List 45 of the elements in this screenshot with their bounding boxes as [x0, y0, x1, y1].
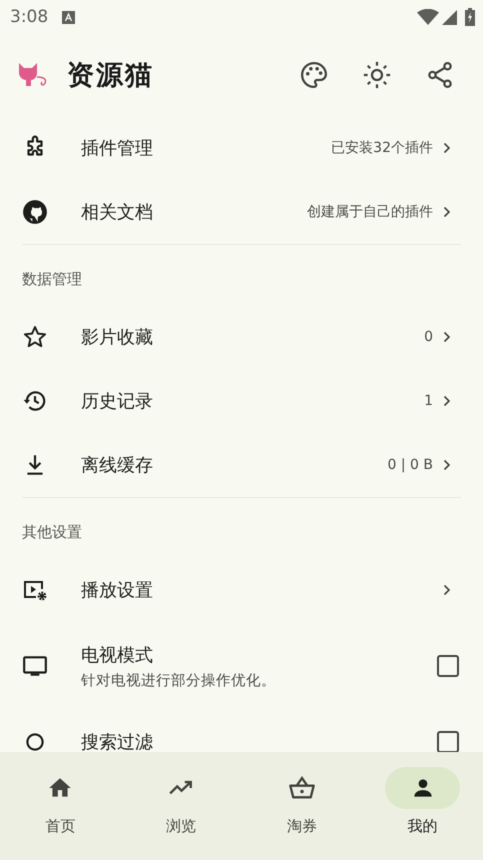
section-header: 其他设置	[22, 522, 83, 543]
palette-icon	[299, 60, 329, 90]
cat-logo-icon	[17, 61, 49, 89]
star-icon	[22, 324, 48, 350]
battery-icon	[465, 8, 475, 26]
nav-tab[interactable]: 浏览	[120, 767, 242, 860]
chevron-icon	[443, 584, 451, 596]
settings-row[interactable]: 历史记录 1	[22, 369, 461, 433]
settings-row[interactable]: 电视模式 针对电视进行部分操作优化。	[22, 622, 461, 710]
row-description: 针对电视进行部分操作优化。	[81, 672, 277, 690]
wifi-icon	[417, 9, 439, 25]
nav-tab[interactable]: 首页	[0, 767, 121, 860]
notification-icon	[62, 10, 76, 24]
chevron-icon	[443, 331, 451, 343]
row-value: 0	[424, 329, 433, 345]
nav-tab[interactable]: 我的	[362, 767, 483, 860]
row-label: 相关文档	[81, 201, 154, 224]
chevron-icon	[443, 395, 451, 407]
signal-icon	[442, 10, 457, 24]
row-label: 离线缓存	[81, 454, 154, 477]
settings-row[interactable]: 相关文档 创建属于自己的插件	[22, 180, 461, 244]
section-header: 数据管理	[22, 269, 83, 290]
row-value: 1	[424, 393, 433, 409]
row-value: 已安装32个插件	[331, 139, 433, 157]
app-title: 资源猫	[67, 59, 155, 93]
github-icon	[22, 199, 48, 225]
row-label: 历史记录	[81, 390, 154, 413]
settings-row[interactable]: 插件管理 已安装32个插件	[22, 116, 461, 180]
row-value: 创建属于自己的插件	[307, 203, 433, 221]
status-time: 3:08	[10, 7, 48, 27]
row-label: 搜索过滤	[81, 731, 154, 752]
settings-row[interactable]: 影片收藏 0	[22, 305, 461, 369]
sun-icon	[362, 60, 392, 90]
row-label: 插件管理	[81, 137, 154, 160]
chevron-icon	[443, 206, 451, 218]
row-label: 电视模式	[81, 644, 154, 666]
row-label: 播放设置	[81, 579, 154, 602]
settings-row[interactable]: 播放设置	[22, 558, 461, 622]
row-value: 0 | 0 B	[388, 457, 433, 473]
nav-tab[interactable]: 淘券	[242, 767, 362, 860]
settings-row[interactable]: 离线缓存 0 | 0 B	[22, 433, 461, 497]
chevron-icon	[443, 459, 451, 471]
chevron-icon	[443, 142, 451, 154]
row-label: 影片收藏	[81, 326, 154, 349]
checkbox[interactable]	[437, 655, 459, 677]
